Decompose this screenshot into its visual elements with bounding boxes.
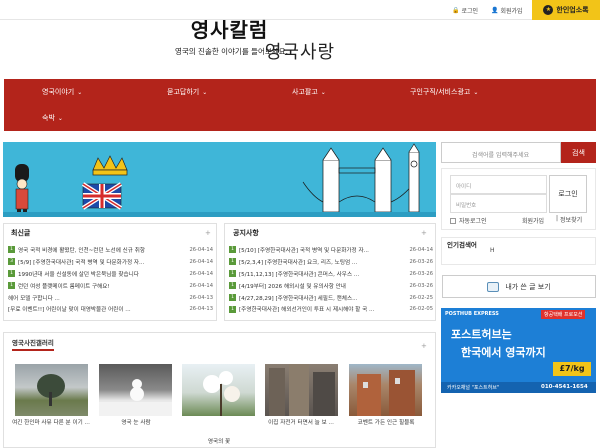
photo-thumbnail[interactable] (99, 364, 172, 416)
business-directory-button[interactable]: ★ 한인업소록 (532, 0, 600, 20)
photo-thumbnail[interactable] (15, 364, 88, 416)
chevron-down-icon: ⌄ (57, 114, 63, 122)
checkbox-icon (450, 217, 456, 224)
photo-caption[interactable]: 코벤트 가든 인근 힐블록 (347, 419, 425, 427)
list-item[interactable]: 1 [4/27,28,29] [주영한국대사관] 세필드, 캔체스... 26-02… (229, 292, 433, 304)
tree-photo (37, 374, 65, 406)
ad-price: £7/kg (553, 362, 591, 376)
ad-promo-tag: 항공택배 프로모션 (541, 310, 586, 319)
ad-kakao: 카카오채널 "포스트허브" (447, 385, 500, 391)
auto-login-checkbox[interactable]: 자동로그인 (450, 216, 487, 225)
lock-icon: 🔒 (452, 7, 460, 14)
posthub-ad-banner[interactable]: POSTHUB EXPRESS 항공택배 프로모션 포스트허브는 한국에서 영국… (441, 308, 596, 393)
list-item[interactable]: [무료 이벤트!!] 어린이날 맞이 대영박물관 어린이 ... 26-04-13 (8, 303, 213, 315)
photo-gallery-title: 영국사진갤러리 (12, 337, 54, 351)
list-item[interactable]: 1 [4/19부터] 2026 해외시설 및 유의사항 안내 26-03-26 (229, 280, 433, 292)
badge-icon: ★ (543, 5, 554, 15)
join-link-panel[interactable]: 회원가입 (522, 216, 544, 225)
photo-thumbnail[interactable] (182, 364, 255, 416)
login-button[interactable]: 로그인 (549, 175, 587, 213)
nav-item-jobs-services[interactable]: 구인구직/서비스광고 ⌄ (410, 87, 478, 97)
photo-thumbnail[interactable] (349, 364, 422, 416)
recent-more-button[interactable]: + (205, 229, 211, 237)
popular-search-keyword[interactable]: H (490, 247, 495, 254)
photo-thumbnail[interactable] (265, 364, 338, 416)
list-item[interactable]: 헤어 모델 구합니다 ... 26-04-13 (8, 292, 213, 304)
id-field[interactable]: 아이디 (450, 175, 547, 194)
find-info-link[interactable]: | 정보찾기 (556, 215, 582, 224)
login-link[interactable]: 🔒 로그인 (452, 6, 478, 15)
nav-item-england-story[interactable]: 영국이야기 ⌄ (42, 87, 82, 97)
blossom-photo (203, 371, 240, 416)
chevron-down-icon: ⌄ (202, 88, 208, 96)
chevron-down-icon: ⌄ (320, 88, 326, 96)
recent-posts-list: 1 영국 국적 비경에 활떴탄, 인천~런던 노선에 신규 취항 26-04-14 … (8, 244, 213, 315)
nav-item-qna[interactable]: 묻고답하기 ⌄ (167, 87, 207, 97)
popular-search-title: 인기검색어 (447, 241, 477, 249)
search-button[interactable]: 검색 (561, 142, 596, 163)
banner-subtitle: 영국의 진솔한 이야기를 들어보세요. (174, 47, 289, 56)
list-item[interactable]: 1 [5/11,12,13] [주영한국대사관] 콘머스, 사우스 ... 26-0… (229, 268, 433, 280)
list-item[interactable]: 1 런던 여성 플랫메이트 룸메이트 구해요! 26-04-14 (8, 280, 213, 292)
banner-illustration (3, 143, 436, 217)
ad-headline: 포스트허브는 (451, 328, 512, 341)
list-item[interactable]: 3 [5/9] [주영한국대사관] 국적 병역 및 다문화가정 자... 26-04… (8, 256, 213, 268)
nav-item-buy-sell[interactable]: 사고팔고 ⌄ (292, 87, 326, 97)
join-link[interactable]: 👤 회원가입 (491, 6, 523, 15)
document-icon (487, 281, 500, 292)
notice-list: 1 [5/10] [주영한국대사관] 국적 병역 및 다문화가정 자... 26-0… (229, 244, 433, 315)
street-photo (269, 364, 335, 416)
photo-caption[interactable]: 영국 눈 사람 (97, 419, 175, 427)
photo-caption[interactable]: 이집 자전거 터면서 늘 보 ... (262, 419, 340, 427)
my-posts-button[interactable]: 내가 쓴 글 보기 (442, 275, 596, 298)
recent-posts-title: 최신글 (11, 229, 31, 237)
ad-brand: POSTHUB EXPRESS (445, 311, 499, 317)
separator: | (556, 215, 559, 222)
list-item[interactable]: 1 [5/2,3,4] [주영한국대사관] 요크, 리즈, 노팅엄 ... 26-0… (229, 256, 433, 268)
ad-subheadline: 한국에서 영국까지 (461, 346, 546, 359)
banner-title: 영사칼럼 (190, 18, 269, 42)
photo-caption[interactable]: 여긴 한인마 사뮤 다른 분 이기 ... (12, 419, 90, 427)
list-item[interactable]: 1 1990년대 서울 신설동에 살던 박은묵님을 찾습니다 26-04-14 (8, 268, 213, 280)
chevron-down-icon: ⌄ (77, 88, 83, 96)
photo-more-button[interactable]: + (421, 342, 427, 350)
ad-phone: 010-4541-1654 (541, 384, 588, 390)
column-banner[interactable] (3, 142, 436, 217)
notice-title: 공지사항 (233, 229, 259, 237)
user-icon: 👤 (491, 7, 499, 14)
list-item[interactable]: 1 [주영한국대사관] 해외선거인이 투표 시 제시해야 할 국 ... 26-02… (229, 303, 433, 315)
list-item[interactable]: 1 [5/10] [주영한국대사관] 국적 병역 및 다문화가정 자... 26-0… (229, 244, 433, 256)
chevron-down-icon: ⌄ (473, 88, 479, 96)
photo-caption[interactable]: 영국의 꽃 (180, 438, 258, 446)
nav-item-lodging[interactable]: 숙박 ⌄ (42, 113, 63, 123)
password-field[interactable]: 비밀번호 (450, 194, 547, 213)
search-input[interactable]: 검색어를 입력해주세요 (441, 142, 561, 163)
building-photo (357, 370, 415, 416)
snowman-photo (99, 379, 172, 416)
notice-more-button[interactable]: + (421, 229, 427, 237)
list-item[interactable]: 1 영국 국적 비경에 활떴탄, 인천~런던 노선에 신규 취항 26-04-14 (8, 244, 213, 256)
